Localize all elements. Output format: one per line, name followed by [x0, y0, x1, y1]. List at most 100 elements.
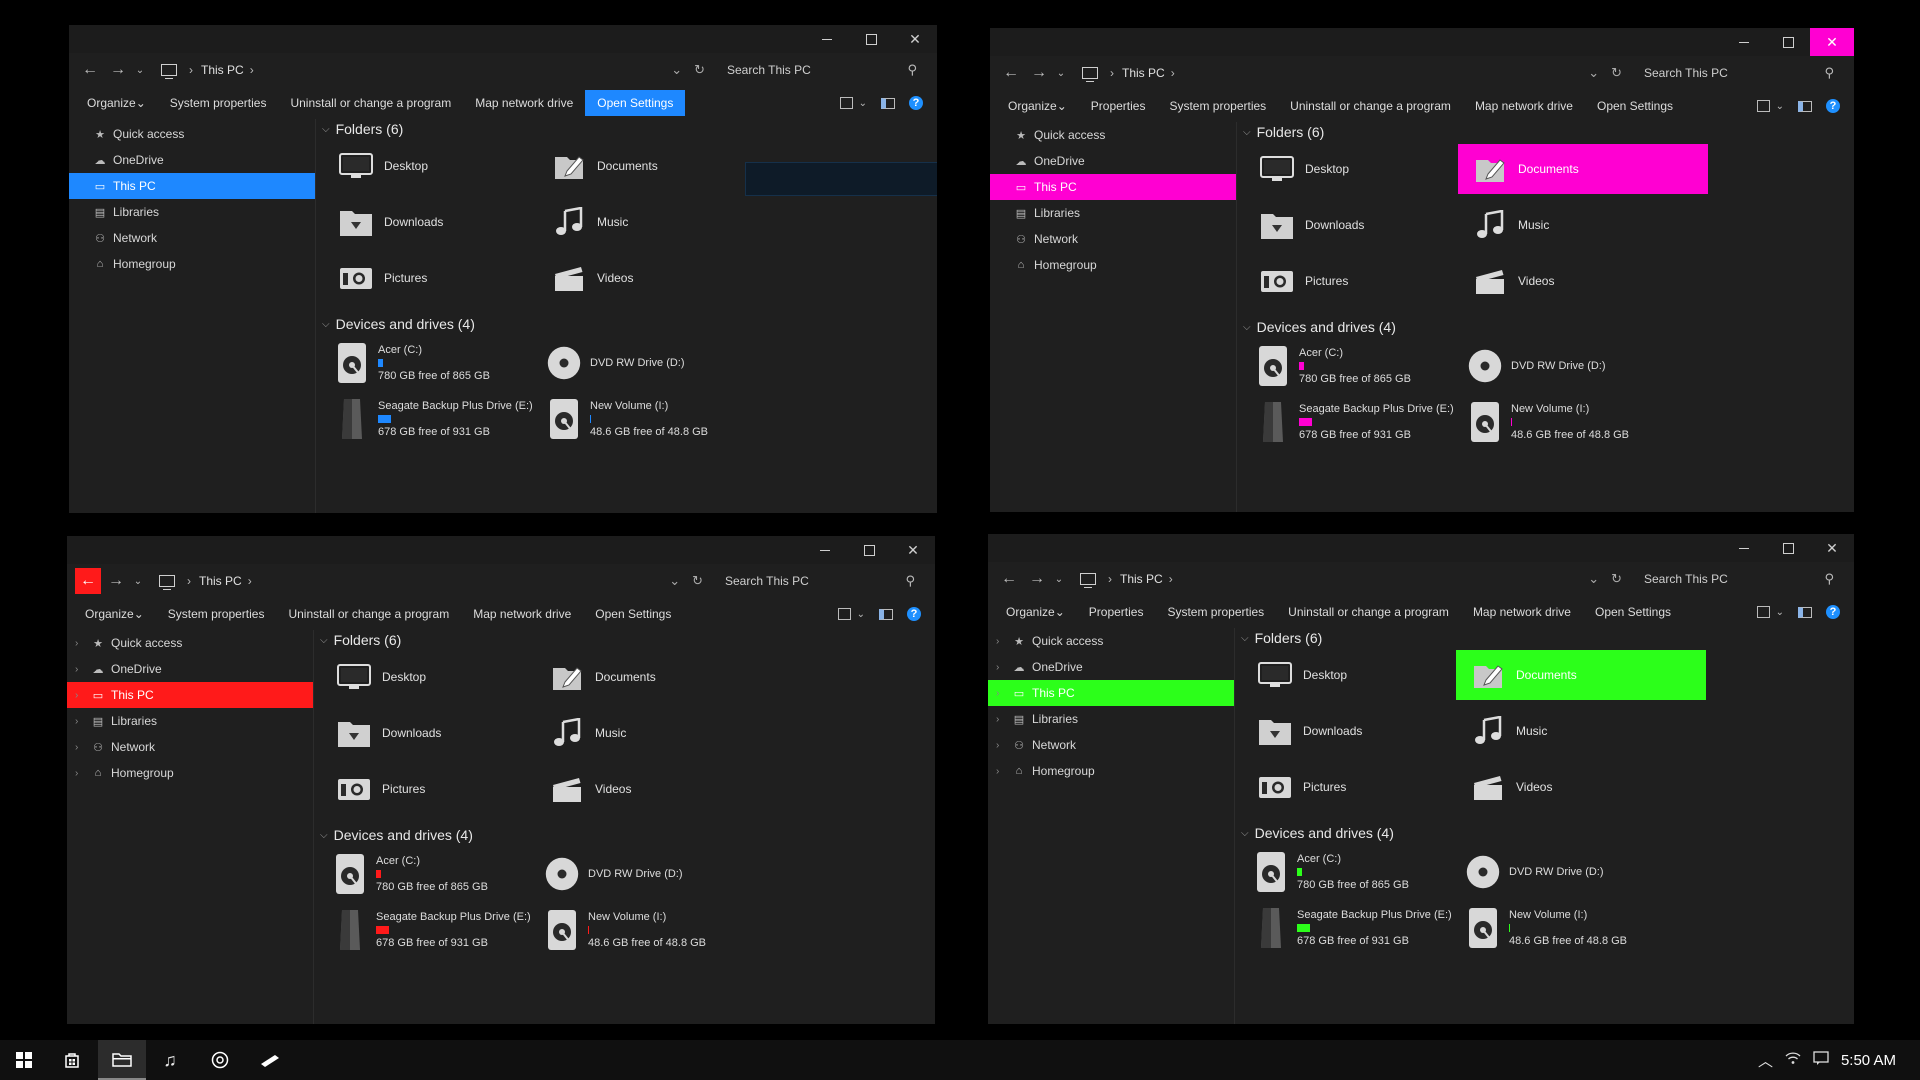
sidebar-item-this-pc[interactable]: › ▭ This PC: [67, 682, 313, 708]
folder-music[interactable]: Music: [535, 708, 785, 758]
close-button[interactable]: ✕: [891, 536, 935, 564]
command-map-network-drive[interactable]: Map network drive: [463, 90, 585, 116]
address-dropdown[interactable]: ⌄: [671, 62, 682, 78]
recent-locations-dropdown[interactable]: ⌄: [133, 57, 147, 83]
view-options-icon[interactable]: [1756, 606, 1770, 618]
command-properties[interactable]: Properties: [1079, 93, 1158, 119]
command-system-properties[interactable]: System properties: [156, 601, 277, 627]
recent-locations-dropdown[interactable]: ⌄: [1054, 60, 1068, 86]
chrome-icon[interactable]: [196, 1040, 244, 1080]
help-icon[interactable]: ?: [909, 96, 923, 110]
drive-dvd-rw-drive-d[interactable]: DVD RW Drive (D:): [530, 848, 780, 900]
sidebar-item-libraries[interactable]: › ▤ Libraries: [988, 706, 1234, 732]
command-uninstall-or-change-a-program[interactable]: Uninstall or change a program: [278, 90, 463, 116]
search-input[interactable]: Search This PC ⚲: [1634, 62, 1834, 84]
music-icon[interactable]: ♫: [146, 1040, 194, 1080]
command-system-properties[interactable]: System properties: [158, 90, 279, 116]
breadcrumb-this-pc[interactable]: This PC: [1122, 66, 1165, 80]
devices-group-header[interactable]: ⌵ Devices and drives (4): [322, 316, 475, 332]
sidebar-item-homegroup[interactable]: ⌂ Homegroup: [69, 251, 315, 277]
sidebar-item-network[interactable]: › ⚇ Network: [988, 732, 1234, 758]
chevron-right-icon[interactable]: ›: [996, 636, 999, 647]
command-open-settings[interactable]: Open Settings: [1585, 93, 1685, 119]
sidebar-item-quick-access[interactable]: › ★ Quick access: [67, 630, 313, 656]
command-organize[interactable]: Organize ⌄: [996, 93, 1079, 119]
command-system-properties[interactable]: System properties: [1157, 93, 1278, 119]
command-properties[interactable]: Properties: [1077, 599, 1156, 625]
address-dropdown[interactable]: ⌄: [1588, 65, 1599, 81]
search-input[interactable]: Search This PC ⚲: [1634, 568, 1834, 590]
chevron-right-icon[interactable]: ›: [996, 766, 999, 777]
view-options-dropdown[interactable]: ⌄: [1776, 607, 1784, 618]
view-options-icon[interactable]: [837, 608, 851, 620]
devices-group-header[interactable]: ⌵ Devices and drives (4): [1243, 319, 1396, 335]
folder-music[interactable]: Music: [1458, 200, 1708, 250]
view-options-icon[interactable]: [839, 97, 853, 109]
chevron-right-icon[interactable]: ›: [75, 716, 78, 727]
refresh-button[interactable]: ↻: [692, 573, 703, 589]
command-organize[interactable]: Organize ⌄: [994, 599, 1077, 625]
command-organize[interactable]: Organize ⌄: [73, 601, 156, 627]
sidebar-item-onedrive[interactable]: › ☁ OneDrive: [67, 656, 313, 682]
notification-icon[interactable]: [1813, 1051, 1829, 1069]
drive-dvd-rw-drive-d[interactable]: DVD RW Drive (D:): [1453, 340, 1703, 392]
preview-pane-icon[interactable]: [881, 97, 895, 109]
paint-icon[interactable]: [246, 1040, 294, 1080]
folder-documents[interactable]: Documents: [1458, 144, 1708, 194]
breadcrumb[interactable]: › This PC ›: [159, 574, 260, 590]
chevron-right-icon[interactable]: ›: [996, 688, 999, 699]
command-uninstall-or-change-a-program[interactable]: Uninstall or change a program: [1278, 93, 1463, 119]
preview-pane-icon[interactable]: [1798, 100, 1812, 112]
devices-group-header[interactable]: ⌵ Devices and drives (4): [320, 827, 473, 843]
store-icon[interactable]: [48, 1040, 96, 1080]
maximize-button[interactable]: [847, 536, 891, 564]
close-button[interactable]: ✕: [893, 25, 937, 53]
sidebar-item-homegroup[interactable]: ⌂ Homegroup: [990, 252, 1236, 278]
sidebar-item-libraries[interactable]: ▤ Libraries: [990, 200, 1236, 226]
search-input[interactable]: Search This PC ⚲: [715, 570, 915, 592]
breadcrumb[interactable]: › This PC ›: [161, 63, 262, 79]
forward-button[interactable]: →: [1024, 566, 1050, 592]
minimize-button[interactable]: [805, 25, 849, 53]
wifi-icon[interactable]: [1785, 1051, 1801, 1069]
folder-documents[interactable]: Documents: [1456, 650, 1706, 700]
chevron-right-icon[interactable]: ›: [75, 768, 78, 779]
sidebar-item-network[interactable]: ⚇ Network: [990, 226, 1236, 252]
folders-group-header[interactable]: ⌵ Folders (6): [322, 121, 403, 137]
minimize-button[interactable]: [803, 536, 847, 564]
breadcrumb[interactable]: › This PC ›: [1082, 66, 1183, 82]
sidebar-item-libraries[interactable]: › ▤ Libraries: [67, 708, 313, 734]
folders-group-header[interactable]: ⌵ Folders (6): [320, 632, 401, 648]
drive-new-volume-i[interactable]: New Volume (I:) 48.6 GB free of 48.8 GB: [532, 393, 782, 445]
help-icon[interactable]: ?: [907, 607, 921, 621]
preview-pane-icon[interactable]: [1798, 606, 1812, 618]
folder-videos[interactable]: Videos: [537, 253, 787, 303]
drive-new-volume-i[interactable]: New Volume (I:) 48.6 GB free of 48.8 GB: [1451, 902, 1701, 954]
sidebar-item-network[interactable]: ⚇ Network: [69, 225, 315, 251]
maximize-button[interactable]: [1766, 28, 1810, 56]
command-map-network-drive[interactable]: Map network drive: [1461, 599, 1583, 625]
command-map-network-drive[interactable]: Map network drive: [1463, 93, 1585, 119]
chevron-right-icon[interactable]: ›: [75, 664, 78, 675]
chevron-right-icon[interactable]: ›: [75, 690, 78, 701]
folders-group-header[interactable]: ⌵ Folders (6): [1243, 124, 1324, 140]
recent-locations-dropdown[interactable]: ⌄: [131, 568, 145, 594]
sidebar-item-quick-access[interactable]: ★ Quick access: [990, 122, 1236, 148]
minimize-button[interactable]: [1722, 28, 1766, 56]
refresh-button[interactable]: ↻: [694, 62, 705, 78]
command-uninstall-or-change-a-program[interactable]: Uninstall or change a program: [276, 601, 461, 627]
folder-music[interactable]: Music: [537, 197, 787, 247]
command-map-network-drive[interactable]: Map network drive: [461, 601, 583, 627]
maximize-button[interactable]: [1766, 534, 1810, 562]
minimize-button[interactable]: [1722, 534, 1766, 562]
drive-new-volume-i[interactable]: New Volume (I:) 48.6 GB free of 48.8 GB: [530, 904, 780, 956]
folder-music[interactable]: Music: [1456, 706, 1706, 756]
refresh-button[interactable]: ↻: [1611, 65, 1622, 81]
help-icon[interactable]: ?: [1826, 99, 1840, 113]
folder-videos[interactable]: Videos: [1458, 256, 1708, 306]
folder-videos[interactable]: Videos: [1456, 762, 1706, 812]
command-open-settings[interactable]: Open Settings: [583, 601, 683, 627]
file-explorer-icon[interactable]: [98, 1040, 146, 1080]
sidebar-item-this-pc[interactable]: › ▭ This PC: [988, 680, 1234, 706]
folder-documents[interactable]: Documents: [535, 652, 785, 702]
